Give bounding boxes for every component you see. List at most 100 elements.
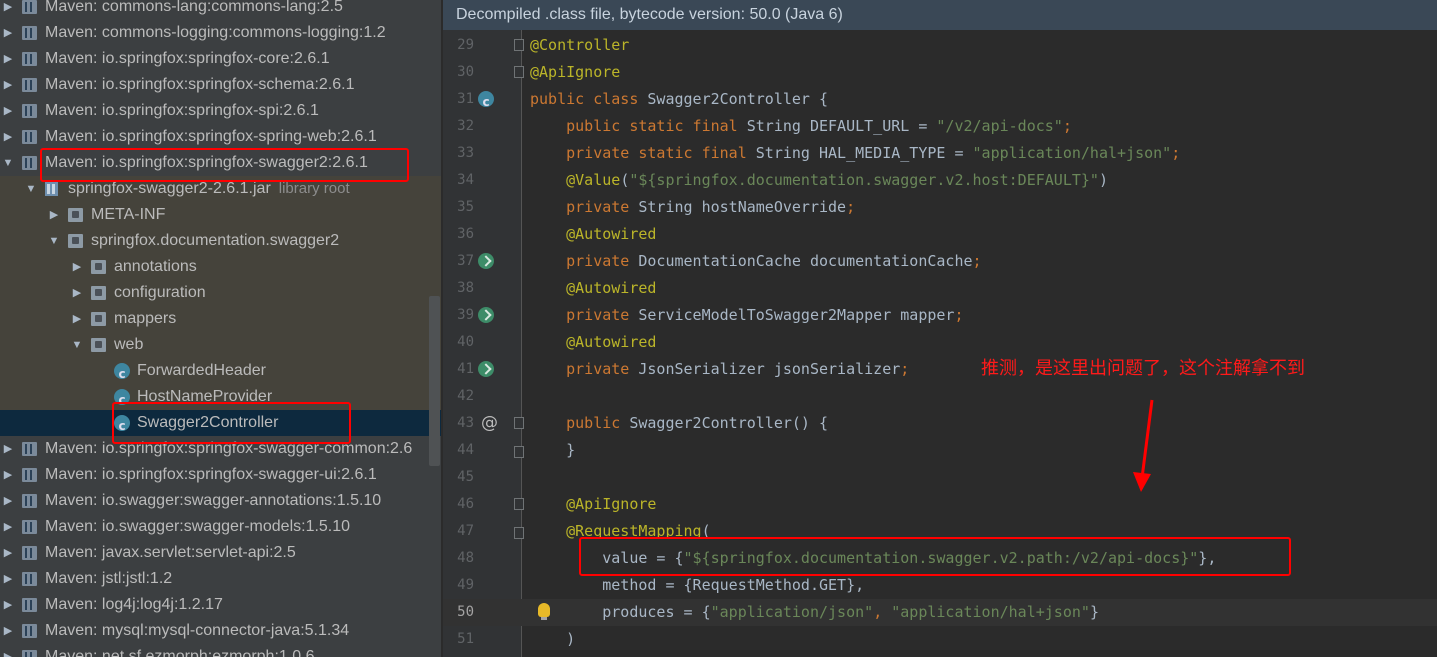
- fold-marker-icon[interactable]: [514, 527, 524, 539]
- tree-item[interactable]: ▶ Maven: commons-logging:commons-logging:…: [0, 20, 441, 46]
- fold-marker-icon[interactable]: [514, 498, 524, 510]
- expand-arrow-icon[interactable]: ▶: [2, 72, 14, 98]
- code-line[interactable]: 50 produces = {"application/json", "appl…: [443, 599, 1437, 626]
- tree-item[interactable]: ▶ Maven: io.swagger:swagger-models:1.5.10: [0, 514, 441, 540]
- expand-arrow-icon[interactable]: ▶: [48, 202, 60, 228]
- expand-arrow-icon[interactable]: ▶: [2, 540, 14, 566]
- expand-arrow-icon[interactable]: ▶: [2, 46, 14, 72]
- expand-arrow-icon[interactable]: ▶: [71, 306, 83, 332]
- fold-marker-icon[interactable]: [514, 446, 524, 458]
- expand-arrow-icon[interactable]: ▶: [2, 20, 14, 46]
- code-text: @Autowired: [530, 329, 656, 356]
- code-text: @Autowired: [530, 275, 656, 302]
- tree-item[interactable]: ▶ Maven: io.swagger:swagger-annotations:1…: [0, 488, 441, 514]
- tree-item-label: annotations: [114, 258, 197, 275]
- tree-item[interactable]: ForwardedHeader: [0, 358, 441, 387]
- tree-item[interactable]: ▶ configuration: [0, 280, 441, 306]
- tree-item[interactable]: ▶ Maven: commons-lang:commons-lang:2.5: [0, 0, 441, 20]
- code-text: ): [530, 626, 575, 653]
- tree-item[interactable]: ▶ Maven: io.springfox:springfox-spi:2.6.1: [0, 98, 441, 124]
- collapse-arrow-icon[interactable]: ▼: [48, 228, 60, 254]
- tree-item[interactable]: ▶ Maven: jstl:jstl:1.2: [0, 566, 441, 592]
- package-icon: [91, 260, 106, 274]
- autowired-bean-icon[interactable]: [478, 361, 494, 377]
- code-line[interactable]: 40 @Autowired: [443, 329, 1437, 356]
- code-line[interactable]: 38 @Autowired: [443, 275, 1437, 302]
- expand-arrow-icon[interactable]: ▶: [2, 592, 14, 618]
- tree-item[interactable]: ▶ Maven: log4j:log4j:1.2.17: [0, 592, 441, 618]
- tree-item[interactable]: ▶ Maven: io.springfox:springfox-schema:2.…: [0, 72, 441, 98]
- tree-item[interactable]: ▶ annotations: [0, 254, 441, 280]
- expand-arrow-icon[interactable]: ▶: [2, 436, 14, 462]
- code-line[interactable]: 43 @ public Swagger2Controller() {: [443, 410, 1437, 437]
- code-line[interactable]: 46 @ApiIgnore: [443, 491, 1437, 518]
- request-mapping-icon[interactable]: @: [481, 410, 498, 437]
- expand-arrow-icon[interactable]: ▶: [2, 124, 14, 150]
- code-line[interactable]: 51 ): [443, 626, 1437, 653]
- tree-item-label: Maven: commons-lang:commons-lang:2.5: [45, 0, 343, 15]
- expand-arrow-icon[interactable]: ▶: [2, 566, 14, 592]
- collapse-arrow-icon[interactable]: ▼: [2, 150, 14, 176]
- line-number: 29: [457, 37, 474, 53]
- expand-arrow-icon[interactable]: ▶: [2, 644, 14, 657]
- code-text: public Swagger2Controller() {: [530, 410, 828, 437]
- code-line[interactable]: 30 @ApiIgnore: [443, 59, 1437, 86]
- tree-item-label: Maven: javax.servlet:servlet-api:2.5: [45, 544, 296, 561]
- code-token: private: [530, 360, 639, 378]
- expand-arrow-icon[interactable]: ▶: [71, 280, 83, 306]
- spring-class-icon[interactable]: [478, 89, 494, 116]
- code-line[interactable]: 45: [443, 464, 1437, 491]
- library-icon: [22, 0, 37, 14]
- expand-arrow-icon[interactable]: ▶: [2, 98, 14, 124]
- tree-scrollbar[interactable]: [429, 296, 440, 466]
- collapse-arrow-icon[interactable]: ▼: [25, 176, 37, 202]
- code-token: }: [530, 441, 576, 459]
- tree-item[interactable]: ▶ Maven: io.springfox:springfox-spring-we…: [0, 124, 441, 150]
- tree-item[interactable]: ▶ mappers: [0, 306, 441, 332]
- code-line[interactable]: 37 private DocumentationCache documentat…: [443, 248, 1437, 275]
- code-line[interactable]: 34 @Value("${springfox.documentation.swa…: [443, 167, 1437, 194]
- collapse-arrow-icon[interactable]: ▼: [71, 332, 83, 358]
- code-token: ;: [1171, 144, 1181, 162]
- code-token: ServiceModelToSwagger2Mapper mapper: [638, 306, 955, 324]
- fold-marker-icon[interactable]: [514, 39, 524, 51]
- fold-marker-icon[interactable]: [514, 417, 524, 429]
- code-line[interactable]: 35 private String hostNameOverride;: [443, 194, 1437, 221]
- expand-arrow-icon[interactable]: ▶: [2, 462, 14, 488]
- library-icon: [22, 572, 37, 586]
- code-line[interactable]: 42: [443, 383, 1437, 410]
- autowired-bean-icon[interactable]: [478, 307, 494, 323]
- code-token: @Autowired: [530, 333, 657, 351]
- code-line[interactable]: 33 private static final String HAL_MEDIA…: [443, 140, 1437, 167]
- expand-arrow-icon[interactable]: ▶: [71, 254, 83, 280]
- library-icon: [22, 104, 37, 118]
- code-line[interactable]: 29 @Controller: [443, 32, 1437, 59]
- fold-marker-icon[interactable]: [514, 66, 524, 78]
- tree-item[interactable]: ▼ web: [0, 332, 441, 358]
- code-line[interactable]: 44 }: [443, 437, 1437, 464]
- code-line[interactable]: 31 public class Swagger2Controller {: [443, 86, 1437, 116]
- tree-item[interactable]: ▶ Maven: io.springfox:springfox-swagger-u…: [0, 462, 441, 488]
- code-line[interactable]: 32 public static final String DEFAULT_UR…: [443, 113, 1437, 140]
- expand-arrow-icon[interactable]: ▶: [2, 488, 14, 514]
- tree-item-label: springfox.documentation.swagger2: [91, 232, 340, 249]
- code-line[interactable]: 49 method = {RequestMethod.GET},: [443, 572, 1437, 599]
- highlight-box-swagger2-library: [40, 148, 409, 182]
- expand-arrow-icon[interactable]: ▶: [2, 618, 14, 644]
- tree-item[interactable]: ▶ Maven: mysql:mysql-connector-java:5.1.3…: [0, 618, 441, 644]
- code-line[interactable]: 39 private ServiceModelToSwagger2Mapper …: [443, 302, 1437, 329]
- expand-arrow-icon[interactable]: ▶: [2, 0, 14, 20]
- expand-arrow-icon[interactable]: ▶: [2, 514, 14, 540]
- tree-item[interactable]: ▶ Maven: javax.servlet:servlet-api:2.5: [0, 540, 441, 566]
- code-line[interactable]: 36 @Autowired: [443, 221, 1437, 248]
- code-token: ;: [972, 252, 982, 270]
- tree-item[interactable]: ▶ META-INF: [0, 202, 441, 228]
- tree-item[interactable]: ▶ Maven: io.springfox:springfox-core:2.6.…: [0, 46, 441, 72]
- autowired-bean-icon[interactable]: [478, 253, 494, 269]
- code-token: @Value: [530, 171, 621, 189]
- tree-item-label: mappers: [114, 310, 177, 327]
- tree-item[interactable]: ▶ Maven: net.sf.ezmorph:ezmorph:1.0.6: [0, 644, 441, 657]
- tree-item[interactable]: ▼ springfox.documentation.swagger2: [0, 228, 441, 254]
- project-tree[interactable]: ▶ Maven: commons-lang:commons-lang:2.5 ▶ Ma…: [0, 0, 441, 657]
- tree-item-label: Maven: io.swagger:swagger-annotations:1.…: [45, 492, 382, 509]
